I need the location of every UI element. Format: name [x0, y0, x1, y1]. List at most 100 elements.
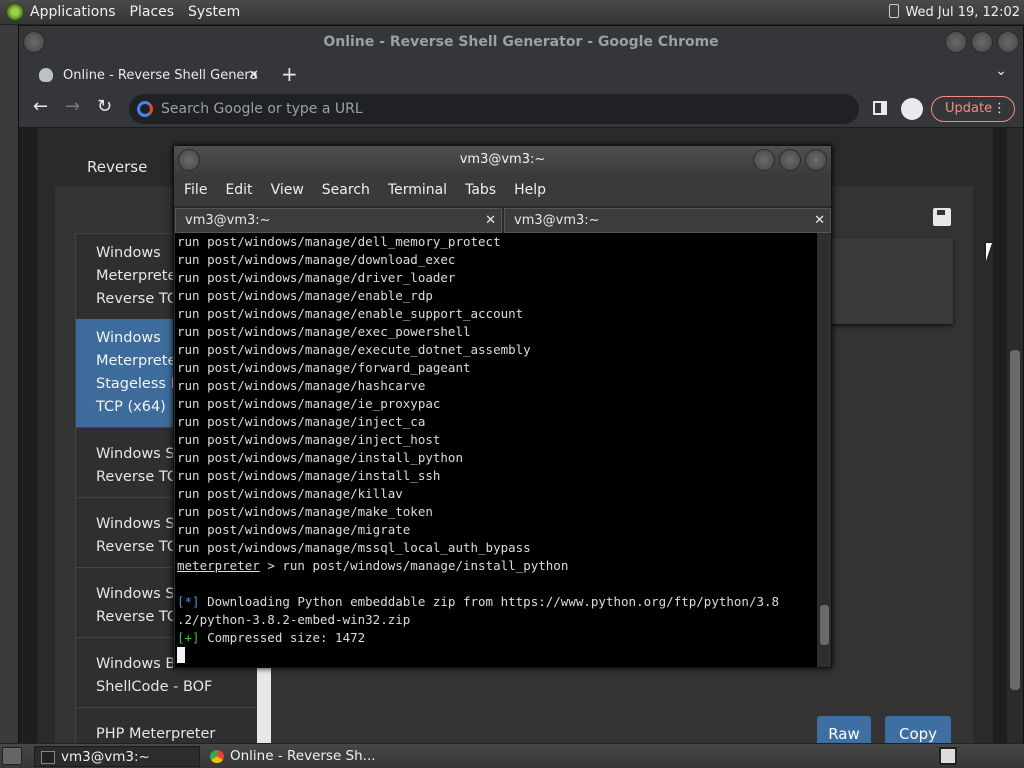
- terminal-window-title: vm3@vm3:~: [459, 152, 546, 167]
- menu-help[interactable]: Help: [514, 182, 546, 198]
- bottom-taskbar: vm3@vm3:~ Online - Reverse Sh...: [0, 743, 1024, 768]
- info-line: [*] Downloading Python embeddable zip fr…: [177, 593, 817, 611]
- system-menu[interactable]: System: [188, 4, 240, 20]
- info-marker: [*]: [177, 594, 200, 609]
- raw-button[interactable]: Raw: [817, 716, 871, 743]
- save-icon[interactable]: [933, 208, 951, 226]
- taskbar-terminal-label: vm3@vm3:~: [61, 749, 150, 765]
- clock[interactable]: Wed Jul 19, 12:02: [889, 4, 1020, 20]
- run-line: run post/windows/manage/make_token: [177, 504, 433, 519]
- terminal-text: run post/windows/manage/dell_memory_prot…: [175, 233, 817, 665]
- places-menu[interactable]: Places: [130, 4, 175, 20]
- run-line: run post/windows/manage/driver_loader: [177, 270, 456, 285]
- terminal-window: vm3@vm3:~ File Edit View Search Terminal…: [173, 145, 832, 668]
- terminal-tab-label: vm3@vm3:~: [514, 213, 600, 228]
- run-line: run post/windows/manage/ie_proxypac: [177, 396, 441, 411]
- prompt-command: > run post/windows/manage/install_python: [259, 558, 569, 573]
- terminal-minimize-button[interactable]: [753, 149, 775, 171]
- maximize-button[interactable]: [971, 31, 993, 53]
- back-arrow-icon[interactable]: ←: [33, 96, 48, 117]
- cursor-line: [177, 647, 817, 665]
- chrome-titlebar[interactable]: Online - Reverse Shell Generator - Googl…: [19, 26, 1023, 58]
- menu-tabs[interactable]: Tabs: [465, 182, 496, 198]
- payload-item-line: PHP Meterpreter: [96, 726, 216, 742]
- distro-logo-icon[interactable]: [6, 3, 24, 21]
- run-line: run post/windows/manage/exec_powershell: [177, 324, 471, 339]
- payload-item-line: ShellCode - BOF: [96, 679, 213, 695]
- ok-line: [+] Compressed size: 1472: [177, 629, 817, 647]
- side-panel-icon[interactable]: [873, 101, 887, 115]
- chevron-down-icon[interactable]: ⌄: [995, 63, 1007, 79]
- applications-menu[interactable]: Applications: [30, 4, 116, 20]
- info-text: Downloading Python embeddable zip from h…: [199, 594, 780, 609]
- run-line: run post/windows/manage/mssql_local_auth…: [177, 540, 531, 555]
- browser-tab-title: Online - Reverse Shell Genera: [63, 67, 258, 83]
- close-tab-icon[interactable]: ✕: [485, 209, 496, 232]
- run-line: run post/windows/manage/forward_pageant: [177, 360, 471, 375]
- meterpreter-prompt: meterpreter: [177, 558, 260, 573]
- window-menu-button[interactable]: [23, 31, 45, 53]
- omnibox[interactable]: Search Google or type a URL: [129, 94, 859, 124]
- terminal-maximize-button[interactable]: [779, 149, 801, 171]
- close-tab-icon[interactable]: ✕: [248, 68, 259, 83]
- terminal-menubar: File Edit View Search Terminal Tabs Help: [174, 174, 831, 206]
- run-line: run post/windows/manage/install_python: [177, 450, 463, 465]
- payload-item[interactable]: PHP Meterpreter: [76, 715, 258, 743]
- info-line-cont: .2/python-3.8.2-embed-win32.zip: [177, 612, 411, 627]
- page-scrollbar[interactable]: [1007, 128, 1023, 743]
- profile-avatar-icon[interactable]: [901, 98, 923, 120]
- google-icon: [137, 101, 153, 117]
- terminal-icon: [41, 751, 55, 764]
- more-vert-icon[interactable]: ⋮: [993, 97, 1006, 121]
- terminal-scrollbar[interactable]: [818, 233, 831, 667]
- terminal-close-button[interactable]: [805, 149, 827, 171]
- top-panel: Applications Places System Wed Jul 19, 1…: [0, 0, 1024, 25]
- close-button[interactable]: [997, 31, 1019, 53]
- reload-icon[interactable]: ↻: [97, 96, 112, 117]
- command-output-box: [827, 238, 953, 324]
- run-line: run post/windows/manage/install_ssh: [177, 468, 441, 483]
- run-line: run post/windows/manage/inject_host: [177, 432, 441, 447]
- terminal-window-menu-button[interactable]: [178, 149, 200, 171]
- taskbar-chrome-label: Online - Reverse Sh...: [230, 748, 376, 764]
- update-button[interactable]: Update ⋮: [931, 96, 1015, 122]
- page-scrollbar-thumb[interactable]: [1010, 350, 1020, 690]
- taskbar-chrome[interactable]: Online - Reverse Sh...: [204, 746, 384, 767]
- ok-text: Compressed size: 1472: [199, 630, 366, 645]
- new-tab-icon[interactable]: +: [281, 62, 298, 86]
- browser-tab[interactable]: Online - Reverse Shell Genera ✕: [31, 60, 267, 90]
- prompt-line: meterpreter > run post/windows/manage/in…: [177, 557, 817, 575]
- copy-button[interactable]: Copy: [885, 716, 951, 743]
- terminal-tab[interactable]: vm3@vm3:~ ✕: [175, 208, 502, 233]
- close-tab-icon[interactable]: ✕: [814, 209, 825, 232]
- browser-toolbar: ← → ↻ Search Google or type a URL Update…: [19, 90, 1023, 128]
- menu-terminal[interactable]: Terminal: [388, 182, 447, 198]
- menu-view[interactable]: View: [271, 182, 304, 198]
- minimize-button[interactable]: [945, 31, 967, 53]
- chrome-window-title: Online - Reverse Shell Generator - Googl…: [323, 34, 719, 50]
- run-line: run post/windows/manage/dell_memory_prot…: [177, 234, 501, 249]
- run-line: run post/windows/manage/enable_rdp: [177, 288, 433, 303]
- menu-edit[interactable]: Edit: [225, 182, 252, 198]
- skull-favicon-icon: [39, 68, 53, 82]
- terminal-tabbar: vm3@vm3:~ ✕ vm3@vm3:~ ✕: [174, 206, 831, 233]
- workspace-switcher[interactable]: [939, 747, 957, 765]
- run-command-list: run post/windows/manage/dell_memory_prot…: [177, 233, 817, 557]
- run-line: run post/windows/manage/execute_dotnet_a…: [177, 342, 531, 357]
- terminal-tab[interactable]: vm3@vm3:~ ✕: [504, 208, 831, 233]
- terminal-output[interactable]: run post/windows/manage/dell_memory_prot…: [175, 233, 817, 667]
- reverse-tab[interactable]: Reverse: [87, 158, 147, 176]
- show-desktop-icon[interactable]: [2, 747, 22, 765]
- ok-marker: [+]: [177, 630, 200, 645]
- terminal-scrollbar-thumb[interactable]: [820, 605, 829, 645]
- omnibox-placeholder: Search Google or type a URL: [161, 101, 363, 117]
- run-line: run post/windows/manage/enable_support_a…: [177, 306, 524, 321]
- chrome-icon: [210, 750, 224, 763]
- forward-arrow-icon[interactable]: →: [65, 96, 80, 117]
- taskbar-terminal[interactable]: vm3@vm3:~: [34, 746, 200, 767]
- menu-file[interactable]: File: [184, 182, 207, 198]
- update-label: Update: [945, 101, 993, 116]
- menu-search[interactable]: Search: [322, 182, 370, 198]
- terminal-titlebar[interactable]: vm3@vm3:~: [174, 146, 831, 174]
